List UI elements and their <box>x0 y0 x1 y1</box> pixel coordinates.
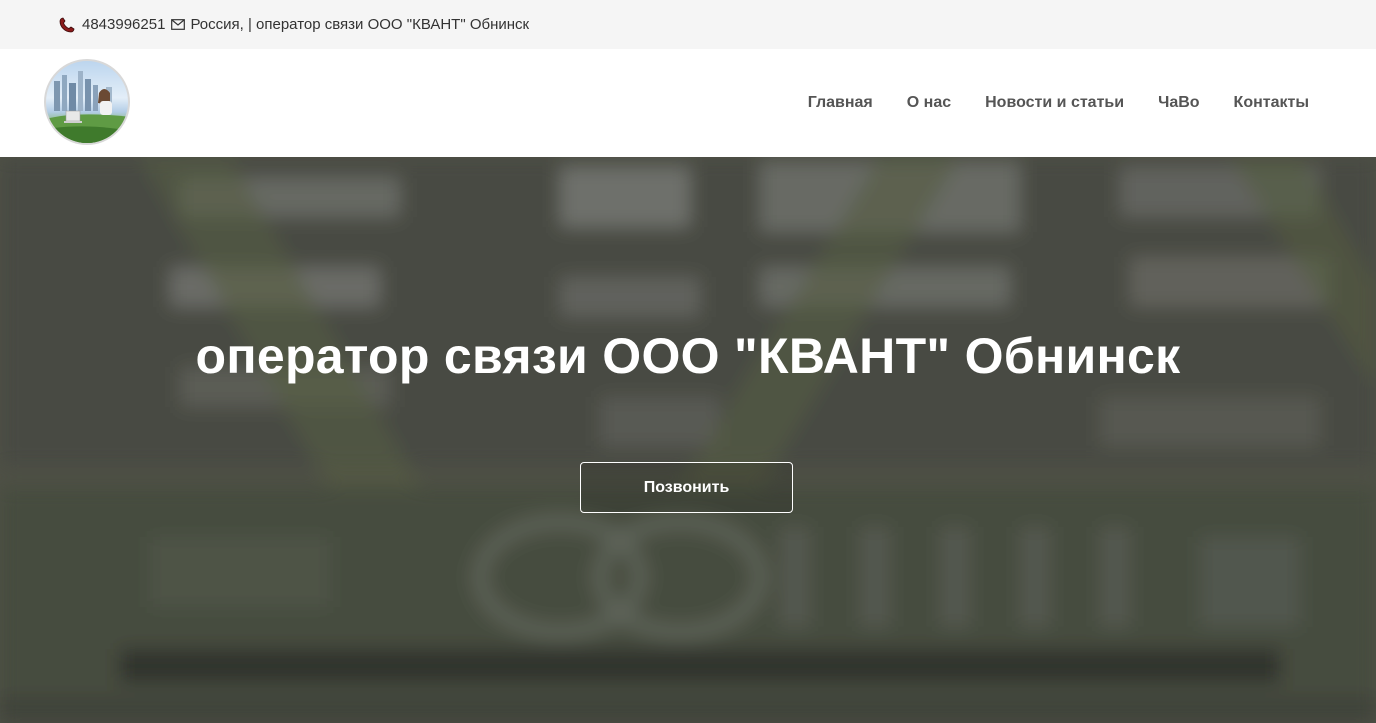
top-contact-bar: 4843996251 Россия, | оператор связи ООО … <box>0 0 1376 49</box>
call-button[interactable]: Позвонить <box>580 462 793 513</box>
hero-section: оператор связи ООО "КВАНТ" Обнинск Позво… <box>0 157 1376 723</box>
address-text: Россия, | оператор связи ООО "КВАНТ" Обн… <box>190 16 530 33</box>
hero-background-image <box>0 157 1376 723</box>
hero-title: оператор связи ООО "КВАНТ" Обнинск <box>195 328 1181 384</box>
nav-about[interactable]: О нас <box>907 94 951 112</box>
nav-home[interactable]: Главная <box>808 94 873 112</box>
nav-faq[interactable]: ЧаВо <box>1158 94 1199 112</box>
mail-icon <box>171 19 186 30</box>
site-header: Главная О нас Новости и статьи ЧаВо Конт… <box>0 49 1376 157</box>
phone-icon <box>58 17 76 33</box>
nav-news[interactable]: Новости и статьи <box>985 94 1124 112</box>
main-nav: Главная О нас Новости и статьи ЧаВо Конт… <box>774 49 1309 157</box>
site-logo[interactable] <box>44 59 130 145</box>
nav-contacts[interactable]: Контакты <box>1234 94 1309 112</box>
phone-number[interactable]: 4843996251 <box>82 16 165 33</box>
